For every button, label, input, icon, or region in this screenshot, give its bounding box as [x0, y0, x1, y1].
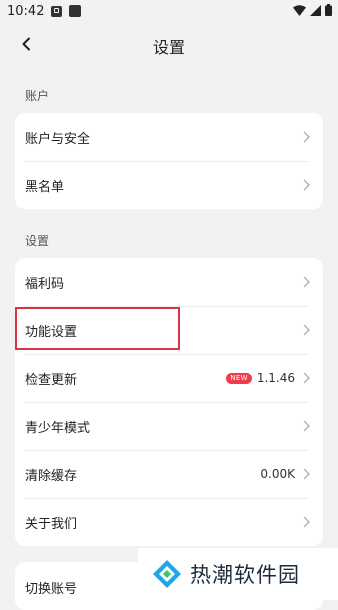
chevron-right-icon [303, 131, 311, 143]
status-indicators [293, 4, 332, 16]
chevron-right-icon [303, 468, 311, 480]
new-badge: NEW [226, 372, 252, 384]
row-label: 检查更新 [25, 372, 78, 388]
chevron-right-icon [303, 372, 311, 384]
logo-icon [153, 560, 181, 588]
cache-size-value: 0.00K [260, 467, 295, 481]
section-label-account: 账户 [25, 89, 50, 103]
row-blacklist[interactable]: 黑名单 [15, 161, 323, 209]
status-time: 10:42 [7, 4, 45, 19]
signal-icon [310, 4, 321, 16]
chevron-right-icon [303, 516, 311, 528]
row-label: 关于我们 [25, 516, 78, 532]
watermark-text: 热潮软件园 [190, 563, 300, 587]
status-bar: 10:42 [0, 0, 338, 26]
app-notification-icon [69, 5, 81, 17]
chevron-right-icon [303, 420, 311, 432]
row-label: 青少年模式 [25, 420, 91, 436]
row-about-us[interactable]: 关于我们 [15, 498, 323, 546]
highlight-box [15, 307, 180, 350]
account-card: 账户与安全 黑名单 [15, 113, 323, 209]
row-clear-cache[interactable]: 清除缓存 0.00K [15, 450, 323, 498]
row-welfare-code[interactable]: 福利码 [15, 258, 323, 306]
chevron-right-icon [303, 179, 311, 191]
row-account-security[interactable]: 账户与安全 [15, 113, 323, 161]
battery-icon [325, 4, 332, 16]
wifi-icon [293, 4, 306, 16]
row-youth-mode[interactable]: 青少年模式 [15, 402, 323, 450]
row-label: 账户与安全 [25, 131, 91, 147]
settings-card: 福利码 功能设置 检查更新 NEW 1.1.46 青少年模式 清除缓存 0.00… [15, 258, 323, 546]
chevron-right-icon [303, 324, 311, 336]
nav-bar: 设置 [0, 26, 338, 62]
page-title: 设置 [152, 38, 185, 57]
notification-icon [51, 6, 62, 17]
row-check-update[interactable]: 检查更新 NEW 1.1.46 [15, 354, 323, 402]
section-label-settings: 设置 [25, 234, 50, 248]
watermark: 热潮软件园 [138, 548, 338, 600]
row-label: 黑名单 [25, 179, 65, 195]
row-label: 清除缓存 [25, 468, 78, 484]
version-value: 1.1.46 [256, 371, 295, 385]
row-label: 福利码 [25, 276, 65, 292]
chevron-right-icon [303, 276, 311, 288]
